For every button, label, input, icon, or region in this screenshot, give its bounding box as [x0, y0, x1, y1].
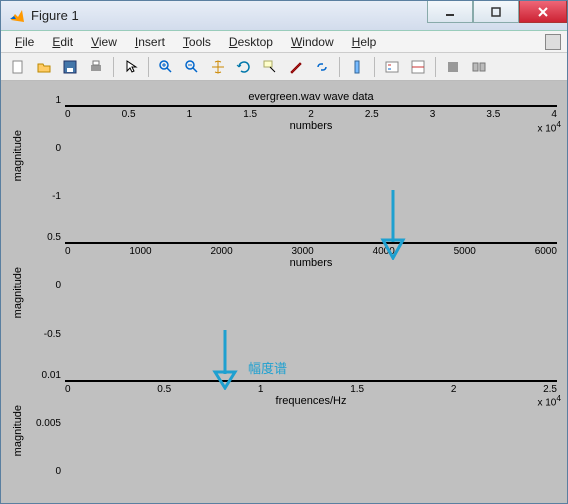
menu-help[interactable]: Help [344, 33, 385, 51]
xlabel-2: numbers [290, 257, 333, 269]
data-cursor-icon[interactable] [259, 56, 281, 78]
menu-view[interactable]: View [83, 33, 125, 51]
annotation-label: 幅度谱 [248, 358, 287, 377]
menu-tools[interactable]: Tools [175, 33, 219, 51]
insert-colorbar-icon[interactable] [346, 56, 368, 78]
plot-area-2[interactable] [65, 242, 557, 244]
toolbar [1, 53, 567, 81]
maximize-button[interactable] [473, 1, 519, 23]
print-icon[interactable] [85, 56, 107, 78]
menu-file[interactable]: File [7, 33, 42, 51]
xticks-3: 00.511.522.5 [65, 382, 557, 395]
dock-icon[interactable] [545, 34, 561, 50]
ylabel-1: magnitude [11, 91, 25, 220]
xticks-1: 00.511.522.533.54 [65, 107, 557, 120]
layout-icon[interactable] [407, 56, 429, 78]
menu-insert[interactable]: Insert [127, 33, 173, 51]
open-icon[interactable] [33, 56, 55, 78]
arrow-1 [378, 190, 408, 260]
axes-3[interactable]: magnitude 0.01 0.005 0 [11, 366, 557, 495]
plot-area-3[interactable] [65, 380, 557, 382]
title-1: evergreen.wav wave data [65, 91, 557, 105]
title-bar[interactable]: Figure 1 [1, 1, 567, 31]
xexp-3: x 104 [537, 393, 561, 408]
show-plot-tools-icon[interactable] [468, 56, 490, 78]
xticks-2: 0100020003000400050006000 [65, 244, 557, 257]
figure-window: Figure 1 File Edit View Insert Tools Des… [0, 0, 568, 504]
menu-edit[interactable]: Edit [44, 33, 81, 51]
xexp-1: x 104 [537, 119, 561, 134]
yticks-1: 1 0 -1 [25, 91, 65, 220]
pointer-icon[interactable] [120, 56, 142, 78]
rotate-icon[interactable] [233, 56, 255, 78]
yticks-3: 0.01 0.005 0 [25, 366, 65, 495]
plot-area-1[interactable] [65, 105, 557, 107]
xlabel-1: numbers [290, 120, 333, 132]
link-icon[interactable] [311, 56, 333, 78]
axes-2[interactable]: magnitude 0.5 0 -0.5 [11, 228, 557, 357]
zoom-in-icon[interactable] [155, 56, 177, 78]
xlabel-3: frequences/Hz [276, 395, 347, 407]
ylabel-3: magnitude [11, 366, 25, 495]
minimize-button[interactable] [427, 1, 473, 23]
hide-plot-tools-icon[interactable] [442, 56, 464, 78]
pan-icon[interactable] [207, 56, 229, 78]
arrow-2 [210, 330, 240, 390]
ylabel-2: magnitude [11, 228, 25, 357]
brush-icon[interactable] [285, 56, 307, 78]
save-icon[interactable] [59, 56, 81, 78]
menu-desktop[interactable]: Desktop [221, 33, 281, 51]
yticks-2: 0.5 0 -0.5 [25, 228, 65, 357]
axes-1[interactable]: magnitude 1 0 -1 evergreen.wav wave data [11, 91, 557, 220]
window-title: Figure 1 [31, 8, 427, 23]
zoom-out-icon[interactable] [181, 56, 203, 78]
menu-bar: File Edit View Insert Tools Desktop Wind… [1, 31, 567, 53]
new-file-icon[interactable] [7, 56, 29, 78]
matlab-icon [9, 8, 25, 24]
menu-window[interactable]: Window [283, 33, 342, 51]
figure-canvas: magnitude 1 0 -1 evergreen.wav wave data [1, 81, 567, 503]
close-button[interactable] [519, 1, 567, 23]
insert-legend-icon[interactable] [381, 56, 403, 78]
